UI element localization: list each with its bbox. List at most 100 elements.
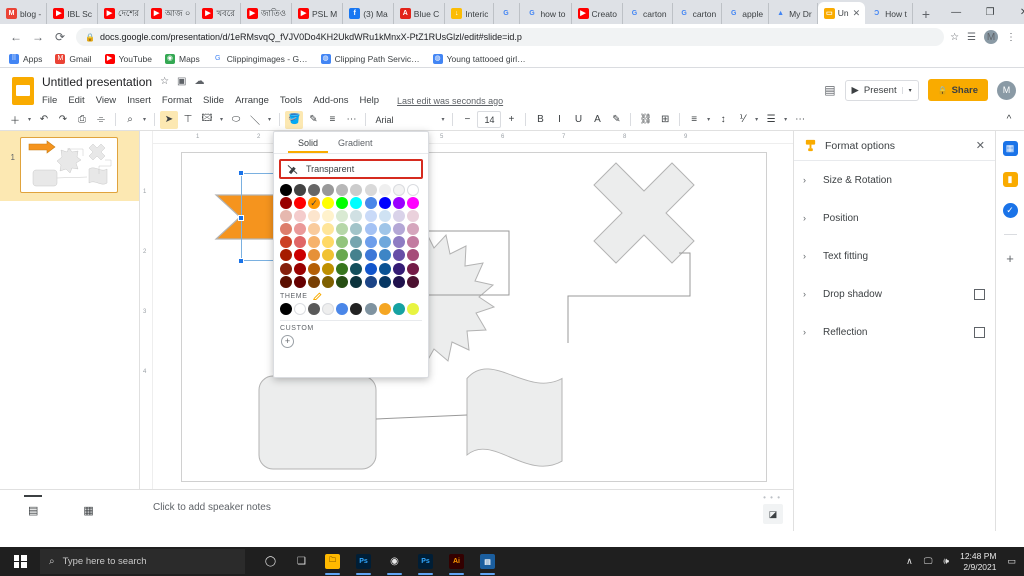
shape-button[interactable]: ⬭	[227, 111, 245, 129]
color-swatch[interactable]	[322, 197, 335, 210]
color-swatch[interactable]	[378, 197, 391, 210]
format-option-drop-shadow[interactable]: › Drop shadow	[794, 275, 995, 313]
taskbar-search-box[interactable]: ⌕ Type here to search	[40, 549, 245, 574]
taskbar-clock[interactable]: 12:48 PM 2/9/2021	[960, 551, 996, 572]
bold-button[interactable]: B	[531, 111, 549, 129]
color-swatch[interactable]	[364, 184, 377, 196]
color-swatch[interactable]	[322, 236, 335, 249]
align-button[interactable]: ≡	[685, 111, 703, 129]
color-swatch[interactable]	[364, 223, 377, 236]
grid-view-button[interactable]: ▦	[83, 504, 93, 517]
color-swatch[interactable]	[280, 236, 292, 249]
theme-color-swatch[interactable]	[350, 302, 363, 315]
menu-edit[interactable]: Edit	[68, 95, 84, 106]
bookmark-item[interactable]: ◉ Maps	[164, 53, 200, 64]
color-swatch[interactable]	[280, 249, 292, 262]
select-tool-button[interactable]: ➤	[160, 110, 178, 129]
illustrator-icon[interactable]: Ai	[441, 547, 472, 576]
menu-add-ons[interactable]: Add-ons	[313, 95, 348, 106]
paint-format-button[interactable]: ⌯	[92, 111, 110, 129]
image-caret[interactable]: ▾	[217, 111, 226, 129]
menu-slide[interactable]: Slide	[203, 95, 224, 106]
theme-color-swatch[interactable]	[364, 302, 377, 315]
color-swatch[interactable]	[392, 249, 405, 262]
file-explorer-icon[interactable]: 🗀	[317, 547, 348, 576]
document-title[interactable]: Untitled presentation	[42, 75, 152, 89]
format-option-size-rotation[interactable]: › Size & Rotation	[794, 161, 995, 199]
explore-button[interactable]: ◪	[763, 504, 783, 524]
color-swatch[interactable]	[322, 223, 335, 236]
menu-file[interactable]: File	[42, 95, 57, 106]
selection-handle-ml[interactable]	[238, 215, 244, 221]
slide-thumbnail[interactable]	[20, 137, 118, 193]
tasks-icon[interactable]: ✓	[1002, 203, 1018, 218]
color-swatch[interactable]	[294, 197, 307, 210]
more-options-button[interactable]: ⋯	[791, 111, 809, 129]
calendar-icon[interactable]: ▦	[1002, 141, 1018, 156]
filmstrip-slide-1[interactable]: 1	[0, 131, 139, 201]
fill-color-picker-popup[interactable]: Solid Gradient Transparent ✓ THEME CUSTOM…	[273, 131, 429, 378]
menu-insert[interactable]: Insert	[127, 95, 151, 106]
comments-icon[interactable]: ▤	[824, 83, 835, 97]
bookmark-item[interactable]: ◍ Young tattooed girl…	[432, 53, 526, 64]
theme-color-swatch[interactable]	[308, 302, 321, 315]
selection-handle-tl[interactable]	[238, 170, 244, 176]
present-caret-icon[interactable]: ▾	[901, 86, 912, 94]
color-swatch[interactable]	[350, 262, 363, 275]
color-swatch[interactable]	[364, 249, 377, 262]
color-swatch[interactable]	[322, 275, 335, 288]
color-swatch[interactable]	[392, 275, 405, 288]
theme-color-swatch[interactable]	[322, 302, 335, 315]
reading-list-icon[interactable]: ☰	[967, 32, 976, 43]
color-swatch[interactable]	[294, 184, 307, 196]
color-swatch[interactable]	[350, 275, 363, 288]
color-swatch[interactable]	[364, 197, 377, 210]
selection-handle-bl[interactable]	[238, 258, 244, 264]
color-swatch[interactable]	[308, 262, 321, 275]
browser-tab[interactable]: G	[494, 3, 521, 24]
line-spacing-button[interactable]: ↕	[714, 111, 732, 129]
font-size-decrease[interactable]: −	[458, 111, 476, 129]
text-color-button[interactable]: A	[588, 111, 606, 129]
browser-tab[interactable]: Gapple	[722, 3, 770, 24]
image-button[interactable]: 🖾	[198, 111, 216, 129]
picker-tab-solid[interactable]: Solid	[288, 132, 329, 153]
move-to-folder-icon[interactable]: ▣	[177, 76, 186, 87]
chrome-icon[interactable]: ◉	[379, 547, 410, 576]
color-swatch[interactable]	[392, 236, 405, 249]
theme-color-swatch[interactable]	[294, 302, 307, 315]
browser-tab[interactable]: ▭ Un ✕	[817, 2, 866, 24]
color-swatch[interactable]	[392, 210, 405, 223]
color-swatch[interactable]	[350, 236, 363, 249]
color-swatch[interactable]	[364, 236, 377, 249]
bulleted-list-caret[interactable]: ▾	[781, 111, 790, 129]
browser-tab[interactable]: Ɔ How t	[865, 3, 913, 24]
custom-color-add-button[interactable]: +	[281, 334, 294, 348]
close-window-button[interactable]: ✕	[1007, 0, 1024, 24]
color-swatch[interactable]	[392, 197, 405, 210]
menu-view[interactable]: View	[96, 95, 116, 106]
color-swatch[interactable]	[350, 184, 363, 196]
color-swatch[interactable]	[378, 275, 391, 288]
align-caret[interactable]: ▾	[704, 111, 713, 129]
close-icon[interactable]: ✕	[976, 139, 985, 152]
tray-chevron-icon[interactable]: ∧	[906, 556, 913, 567]
font-family-select[interactable]: Arial	[371, 111, 437, 129]
font-size-value[interactable]: 14	[477, 111, 502, 128]
format-option-position[interactable]: › Position	[794, 199, 995, 237]
picker-tab-gradient[interactable]: Gradient	[328, 132, 383, 153]
color-swatch[interactable]	[308, 236, 321, 249]
border-dash-button[interactable]: ⋯	[342, 111, 360, 129]
address-bar[interactable]: 🔒 docs.google.com/presentation/d/1eRMsvq…	[76, 28, 945, 46]
format-option-text-fitting[interactable]: › Text fitting	[794, 237, 995, 275]
slides-app-icon[interactable]: ▤	[472, 547, 503, 576]
star-icon[interactable]: ☆	[160, 76, 169, 87]
task-view-icon[interactable]: ❑	[286, 547, 317, 576]
color-swatch[interactable]	[280, 210, 292, 223]
chrome-menu-icon[interactable]: ⋮	[1006, 32, 1016, 43]
numbered-list-caret[interactable]: ▾	[752, 111, 761, 129]
color-swatch[interactable]	[308, 223, 321, 236]
font-size-stepper[interactable]: −14 +	[458, 111, 520, 129]
account-avatar[interactable]: M	[997, 80, 1016, 100]
color-swatch[interactable]	[336, 236, 349, 249]
